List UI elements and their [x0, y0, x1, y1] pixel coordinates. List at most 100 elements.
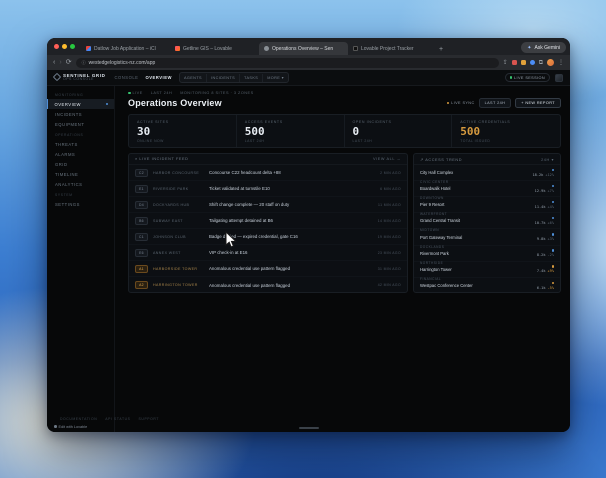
new-tab-button[interactable]: +	[439, 46, 443, 53]
site-delta: +9%	[548, 269, 555, 273]
site-value: 10.7k	[535, 221, 546, 225]
feed-row-flagged[interactable]: A2 HARRINGTON TOWER Anomalous credential…	[129, 277, 407, 293]
nav-console[interactable]: CONSOLE	[114, 75, 138, 80]
logo-subtitle: OPS CONSOLE	[63, 78, 105, 82]
active-indicator-dot	[106, 103, 109, 106]
range-button[interactable]: LAST 24H	[479, 98, 512, 108]
browser-toolbar: ‹ › ⟳ ⓘ westedgelogistics-nz.com/app ⇪ ⧉…	[47, 55, 570, 70]
edit-with-lovable-badge[interactable]: Edit with Lovable	[54, 425, 87, 429]
kpi-strip: ACTIVE SITES 30 ONLINE NOW ACCESS EVENTS…	[128, 114, 561, 148]
sidebar-item-settings[interactable]: SETTINGS	[47, 199, 114, 209]
ask-gemini-chip[interactable]: ✦ Ask Gemini	[521, 42, 566, 53]
feed-time: 6 MIN AGO	[380, 187, 401, 191]
menu-icon[interactable]: ⋮	[558, 60, 564, 66]
feed-row[interactable]: C2 HARBOR CONCOURSE Concourse C22 headco…	[129, 165, 407, 181]
sidebar-item-alarms[interactable]: ALARMS	[47, 149, 114, 159]
app-header: SENTINEL GRID OPS CONSOLE CONSOLE OVERVI…	[47, 70, 570, 86]
tab-title: Datlow Job Application – iCl	[94, 46, 156, 52]
site-info-icon[interactable]: ⓘ	[82, 60, 86, 66]
feed-message: VIP check-in at E16	[209, 250, 374, 255]
kpi-sub: LAST 24H	[353, 139, 444, 143]
address-bar[interactable]: ⓘ westedgelogistics-nz.com/app	[76, 58, 499, 68]
sidebar-item-incidents[interactable]: INCIDENTS	[47, 109, 114, 119]
main-content: LIVE LAST 24H MONITORING 8 SITES · 3 ZON…	[115, 86, 570, 432]
feed-header: ⌕ LIVE INCIDENT FEED VIEW ALL →	[129, 154, 407, 165]
feed-row[interactable]: E6 ANNEX WEST VIP check-in at E16 23 MIN…	[129, 245, 407, 261]
minimize-window-button[interactable]	[62, 44, 67, 49]
sidebar-section-monitoring: MONITORING	[47, 89, 114, 99]
tab-lovable-tracker[interactable]: Lovable Project Tracker	[348, 42, 437, 55]
trend-row[interactable]: Westpac Conference CenterLAKEFRONT 6.1k-…	[414, 278, 560, 293]
footer-link-api[interactable]: API STATUS	[105, 417, 130, 421]
feed-row[interactable]: E1 RIVERSIDE PARK Ticket validated at tu…	[129, 181, 407, 197]
user-avatar[interactable]	[555, 74, 563, 82]
feed-row-flagged[interactable]: A1 HARBORSIDE TOWER Anomalous credential…	[129, 261, 407, 277]
mouse-cursor-icon	[224, 231, 238, 249]
sidebar: MONITORING OVERVIEW INCIDENTS EQUIPMENT …	[47, 86, 115, 432]
feed-time: 14 MIN AGO	[378, 219, 401, 223]
sidebar-item-overview[interactable]: OVERVIEW	[47, 99, 114, 109]
feed-row[interactable]: D4 DOCKYARDS HUB Shift change complete —…	[129, 197, 407, 213]
feed-site: HARBOR CONCOURSE	[153, 171, 209, 175]
sidebar-item-grid[interactable]: GRID	[47, 159, 114, 169]
site-value: 6.1k	[537, 286, 546, 290]
segment-more-dropdown[interactable]: MORE ▾	[263, 73, 288, 82]
sidebar-item-label: OVERVIEW	[55, 102, 82, 107]
reload-icon[interactable]: ⟳	[66, 59, 72, 66]
view-all-link[interactable]: VIEW ALL →	[373, 157, 401, 161]
kpi-value: 500	[460, 126, 552, 138]
kpi-label: ACTIVE CREDENTIALS	[460, 120, 552, 124]
status-dot-icon	[552, 265, 555, 268]
share-icon[interactable]: ⇪	[503, 60, 508, 66]
extension-icon-blue[interactable]	[530, 60, 535, 65]
segment-tasks[interactable]: TASKS	[240, 74, 263, 82]
site-value: 11.4k	[535, 205, 546, 209]
trend-range-dropdown[interactable]: 24H ▾	[541, 157, 554, 162]
bottom-resize-handle[interactable]	[299, 427, 319, 429]
segment-agents[interactable]: AGENTS	[180, 74, 207, 82]
tab-title: Getline GIS – Lovable	[183, 46, 232, 52]
feed-message: Shift change complete — 20 staff on duty	[209, 202, 374, 207]
site-name: Boardwalk Hotel	[420, 186, 451, 191]
feed-time: 19 MIN AGO	[378, 235, 401, 239]
site-delta: -5%	[548, 286, 555, 290]
kpi-active-credentials: ACTIVE CREDENTIALS 500 TOTAL ISSUED	[452, 115, 560, 147]
sidebar-item-label: THREATS	[55, 142, 78, 147]
feed-title: ⌕ LIVE INCIDENT FEED	[135, 157, 189, 161]
tab-getline-gis[interactable]: Getline GIS – Lovable	[170, 42, 259, 55]
feed-row[interactable]: C1 JOHNSON CLUB Badge denied — expired c…	[129, 229, 407, 245]
tab-operations-overview-active[interactable]: Operations Overview – Sen	[259, 42, 348, 55]
site-delta: +7%	[548, 189, 555, 193]
close-window-button[interactable]	[54, 44, 59, 49]
back-icon[interactable]: ‹	[53, 59, 55, 66]
tab-job-application[interactable]: Datlow Job Application – iCl	[81, 42, 170, 55]
feed-row[interactable]: B6 SUBWAY EAST Tailgating attempt detain…	[129, 213, 407, 229]
extension-icon-red[interactable]	[512, 60, 517, 65]
footer-link-docs[interactable]: DOCUMENTATION	[60, 417, 97, 421]
live-sync-label: LIVE SYNC	[447, 101, 475, 105]
segment-incidents[interactable]: INCIDENTS	[207, 74, 240, 82]
kpi-value: 0	[353, 126, 444, 138]
extension-icon-amber[interactable]	[521, 60, 526, 65]
ask-gemini-label: Ask Gemini	[534, 45, 560, 51]
zoom-window-button[interactable]	[70, 44, 75, 49]
sidebar-item-timeline[interactable]: TIMELINE	[47, 169, 114, 179]
live-status: LIVE	[128, 91, 143, 95]
live-session-pill[interactable]: LIVE SESSION	[505, 73, 550, 82]
panels-row: ⌕ LIVE INCIDENT FEED VIEW ALL → C2 HARBO…	[128, 153, 561, 293]
site-value: 12.9k	[535, 189, 546, 193]
browser-profile-avatar[interactable]	[547, 59, 554, 66]
footer-link-support[interactable]: SUPPORT	[139, 417, 160, 421]
site-name: Rivermont Park	[420, 251, 449, 256]
status-dot-icon	[552, 282, 555, 285]
sidebar-item-equipment[interactable]: EQUIPMENT	[47, 119, 114, 129]
sidebar-item-threats[interactable]: THREATS	[47, 139, 114, 149]
sidebar-item-analytics[interactable]: ANALYTICS	[47, 179, 114, 189]
forward-icon[interactable]: ›	[59, 59, 61, 66]
new-report-button[interactable]: + NEW REPORT	[515, 98, 561, 108]
app-logo[interactable]: SENTINEL GRID OPS CONSOLE	[54, 73, 105, 82]
kpi-open-incidents: OPEN INCIDENTS 0 LAST 24H	[345, 115, 453, 147]
nav-overview[interactable]: OVERVIEW	[145, 75, 172, 80]
extensions-puzzle-icon[interactable]: ⧉	[539, 60, 543, 66]
sidebar-item-label: ALARMS	[55, 152, 75, 157]
